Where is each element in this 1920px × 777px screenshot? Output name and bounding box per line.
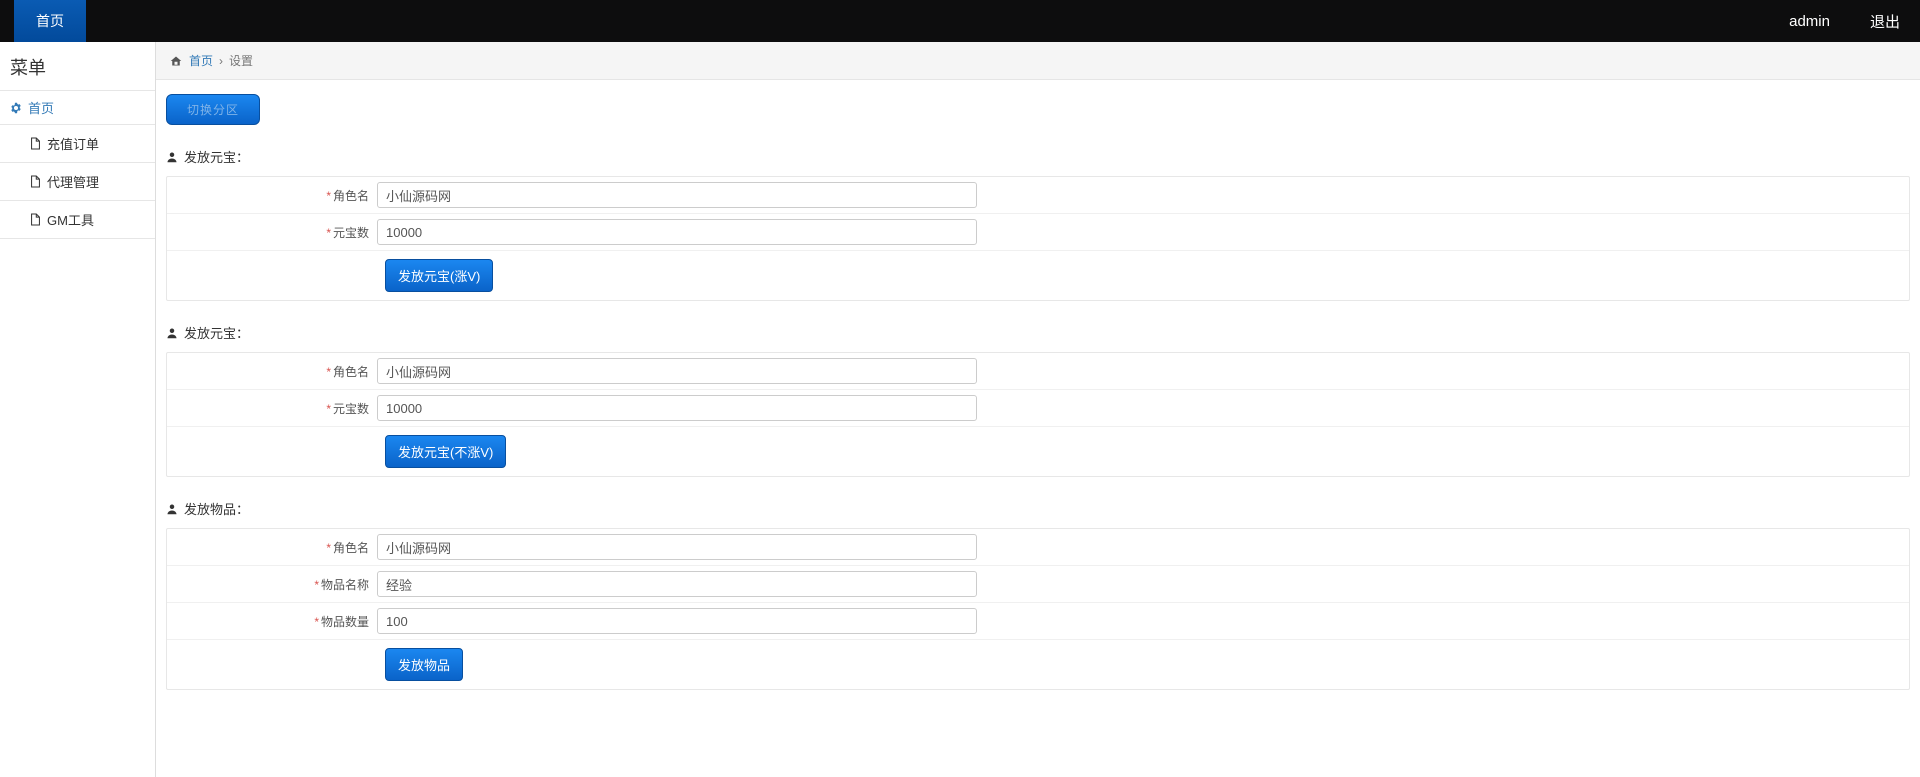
breadcrumb: 首页 › 设置 xyxy=(156,42,1920,80)
zone-switch-label: 切换分区 xyxy=(187,103,239,117)
row-itemname: *物品名称 xyxy=(167,566,1909,603)
sidebar-item-label: 充值订单 xyxy=(47,134,99,153)
grant-yb-vip-button[interactable]: 发放元宝(涨V) xyxy=(385,259,493,292)
row-role1: *角色名 xyxy=(167,177,1909,214)
sidebar-sublist: 充值订单 代理管理 GM工具 xyxy=(0,125,155,239)
label-itemqty: *物品数量 xyxy=(177,613,377,630)
logout-label: 退出 xyxy=(1870,11,1900,32)
label-role2: *角色名 xyxy=(177,363,377,380)
section-head-yb1: 发放元宝： xyxy=(166,147,1910,166)
label-itemname: *物品名称 xyxy=(177,576,377,593)
file-icon xyxy=(30,175,41,188)
breadcrumb-current: 设置 xyxy=(229,52,253,69)
input-itemname[interactable] xyxy=(377,571,977,597)
sidebar-item-label: GM工具 xyxy=(47,210,94,229)
page-body: 切换分区 发放元宝： *角色名 *元宝数 发放元宝(涨V) xyxy=(156,80,1920,732)
input-role1[interactable] xyxy=(377,182,977,208)
logout-link[interactable]: 退出 xyxy=(1850,0,1920,42)
person-icon xyxy=(166,327,178,339)
user-link[interactable]: admin xyxy=(1769,0,1850,42)
row-role2: *角色名 xyxy=(167,353,1909,390)
file-icon xyxy=(30,137,41,150)
person-icon xyxy=(166,151,178,163)
form-yb2: *角色名 *元宝数 发放元宝(不涨V) xyxy=(166,352,1910,477)
person-icon xyxy=(166,503,178,515)
section-title: 发放元宝： xyxy=(184,147,249,166)
label-role1: *角色名 xyxy=(177,187,377,204)
row-yb1: *元宝数 xyxy=(167,214,1909,251)
form-item: *角色名 *物品名称 *物品数量 发放物品 xyxy=(166,528,1910,690)
row-itemqty: *物品数量 xyxy=(167,603,1909,640)
label-role3: *角色名 xyxy=(177,539,377,556)
gear-icon xyxy=(10,102,22,114)
row-yb2: *元宝数 xyxy=(167,390,1909,427)
sidebar: 菜单 首页 充值订单 代理管理 xyxy=(0,42,156,777)
input-yb2[interactable] xyxy=(377,395,977,421)
sidebar-group-home[interactable]: 首页 xyxy=(0,90,155,125)
user-label: admin xyxy=(1789,13,1830,30)
sidebar-title: 菜单 xyxy=(0,42,155,90)
zone-switch-pill[interactable]: 切换分区 xyxy=(166,94,260,125)
home-icon xyxy=(170,55,183,67)
grant-yb-novip-button[interactable]: 发放元宝(不涨V) xyxy=(385,435,506,468)
sidebar-item-recharge[interactable]: 充值订单 xyxy=(0,125,155,163)
input-itemqty[interactable] xyxy=(377,608,977,634)
action-item: 发放物品 xyxy=(167,640,1909,689)
sidebar-item-agent[interactable]: 代理管理 xyxy=(0,163,155,201)
breadcrumb-sep: › xyxy=(219,54,223,68)
content: 首页 › 设置 切换分区 发放元宝： *角色名 *元宝数 xyxy=(156,42,1920,777)
section-title: 发放物品： xyxy=(184,499,249,518)
label-yb1: *元宝数 xyxy=(177,224,377,241)
section-title: 发放元宝： xyxy=(184,323,249,342)
sidebar-item-gmtool[interactable]: GM工具 xyxy=(0,201,155,239)
sidebar-group-label: 首页 xyxy=(28,98,54,117)
tab-home-label: 首页 xyxy=(36,11,64,31)
input-yb1[interactable] xyxy=(377,219,977,245)
main: 菜单 首页 充值订单 代理管理 xyxy=(0,42,1920,777)
action-yb2: 发放元宝(不涨V) xyxy=(167,427,1909,476)
grant-item-button[interactable]: 发放物品 xyxy=(385,648,463,681)
input-role3[interactable] xyxy=(377,534,977,560)
file-icon xyxy=(30,213,41,226)
topbar: 首页 admin 退出 xyxy=(0,0,1920,42)
sidebar-item-label: 代理管理 xyxy=(47,172,99,191)
input-role2[interactable] xyxy=(377,358,977,384)
label-yb2: *元宝数 xyxy=(177,400,377,417)
form-yb1: *角色名 *元宝数 发放元宝(涨V) xyxy=(166,176,1910,301)
row-role3: *角色名 xyxy=(167,529,1909,566)
tab-home[interactable]: 首页 xyxy=(14,0,86,42)
section-head-yb2: 发放元宝： xyxy=(166,323,1910,342)
section-head-item: 发放物品： xyxy=(166,499,1910,518)
breadcrumb-home[interactable]: 首页 xyxy=(189,52,213,69)
action-yb1: 发放元宝(涨V) xyxy=(167,251,1909,300)
